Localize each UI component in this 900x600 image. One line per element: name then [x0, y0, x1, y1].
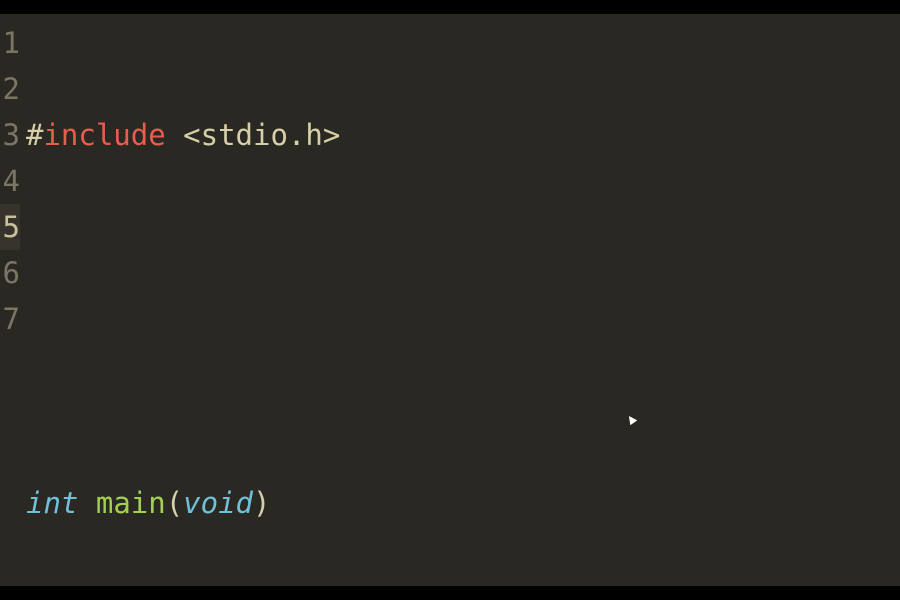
code-editor[interactable]: 1234567 #include <stdio.h> int main(void…: [0, 14, 900, 586]
hash-token: #: [26, 118, 43, 152]
line-number: 7: [0, 296, 20, 342]
line-number: 3: [0, 112, 20, 158]
code-line[interactable]: #include <stdio.h>: [26, 112, 900, 158]
type-token: int: [26, 486, 78, 520]
mouse-cursor-icon: ▲: [624, 411, 639, 427]
rparen-token: ): [253, 486, 270, 520]
argtype-token: void: [183, 486, 253, 520]
letterbox-top: [0, 0, 900, 14]
space-token: [78, 486, 95, 520]
gt-token: >: [323, 118, 340, 152]
lt-token: <: [183, 118, 200, 152]
code-line[interactable]: int main(void): [26, 480, 900, 526]
line-number-gutter: 1234567: [0, 14, 22, 586]
lparen-token: (: [166, 486, 183, 520]
line-number: 4: [0, 158, 20, 204]
include-token: include: [43, 118, 165, 152]
code-line[interactable]: [26, 296, 900, 342]
line-number: 5: [0, 204, 20, 250]
header-token: stdio.h: [201, 118, 323, 152]
line-number: 6: [0, 250, 20, 296]
letterbox-bottom: [0, 586, 900, 600]
code-area[interactable]: #include <stdio.h> int main(void) { prin…: [22, 14, 900, 586]
line-number: 1: [0, 20, 20, 66]
func-token: main: [96, 486, 166, 520]
app-frame: 1234567 #include <stdio.h> int main(void…: [0, 0, 900, 600]
line-number: 2: [0, 66, 20, 112]
space-token: [166, 118, 183, 152]
